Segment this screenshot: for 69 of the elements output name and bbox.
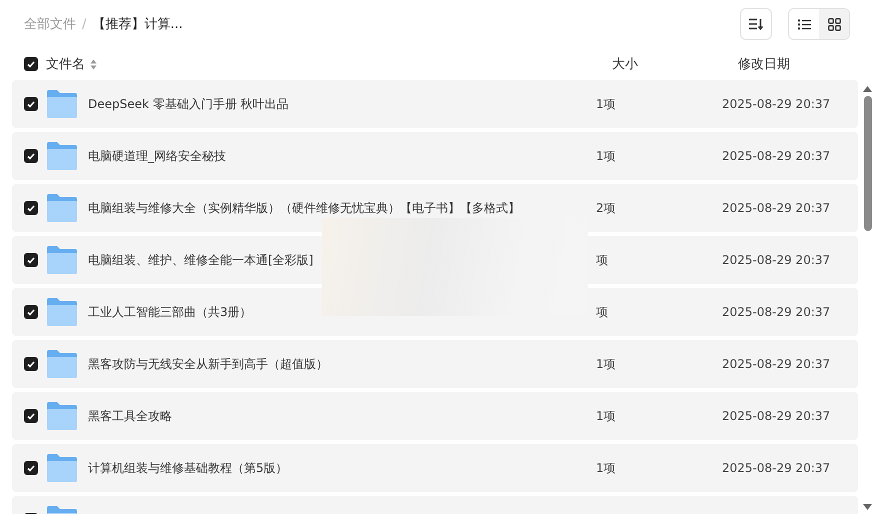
row-checkbox[interactable]: [24, 305, 38, 319]
modified-date: 2025-08-29 20:37: [722, 357, 830, 371]
folder-icon: [47, 350, 77, 378]
modified-date: 2025-08-29 20:37: [722, 461, 830, 475]
file-name[interactable]: 黑客攻防与无线安全从新手到高手（超值版）: [88, 356, 596, 372]
grid-icon: [828, 18, 840, 30]
file-row[interactable]: 电脑硬道理_网络安全秘技 1项 2025-08-29 20:37: [12, 132, 858, 180]
modified-date: 2025-08-29 20:37: [722, 253, 830, 267]
modified-date: 2025-08-29 20:37: [722, 201, 830, 215]
row-checkbox[interactable]: [24, 97, 38, 111]
scrollbar[interactable]: [863, 86, 872, 510]
file-name[interactable]: 电脑组装与维修大全（实例精华版）（硬件维修无忧宝典）【电子书】【多格式】: [88, 200, 596, 216]
row-checkbox[interactable]: [24, 409, 38, 423]
file-size: 2项: [596, 200, 617, 216]
file-size: 1项: [596, 408, 617, 424]
scroll-down-icon[interactable]: [863, 504, 872, 510]
column-header[interactable]: 文件名: [46, 55, 85, 73]
file-name[interactable]: 计算机组装与维修基础教程（第5版）: [88, 460, 596, 476]
select-all-checkbox[interactable]: [24, 57, 38, 71]
row-checkbox[interactable]: [24, 357, 38, 371]
file-size: 1项: [596, 356, 617, 372]
check-icon: [27, 256, 35, 264]
row-checkbox[interactable]: [24, 253, 38, 267]
sort-icon: [749, 18, 763, 30]
row-checkbox[interactable]: [24, 201, 38, 215]
file-size: 1项: [596, 460, 617, 476]
file-row[interactable]: 计算机组装与维修基础教程（第5版） 1项 2025-08-29 20:37: [12, 444, 858, 492]
modified-date: 2025-08-29 20:37: [722, 97, 830, 111]
modified-date: 2025-08-29 20:37: [722, 409, 830, 423]
file-size: 项: [596, 304, 609, 320]
modified-date: 2025-08-29 20:37: [722, 149, 830, 163]
folder-icon: [47, 194, 77, 222]
file-name[interactable]: DeepSeek 零基础入门手册 秋叶出品: [88, 96, 596, 112]
file-size: 1项: [596, 148, 617, 164]
folder-icon: [47, 454, 77, 482]
check-icon: [27, 464, 35, 472]
column-header[interactable]: 修改日期: [738, 55, 790, 73]
breadcrumb-separator: /: [82, 16, 86, 32]
folder-icon: [47, 142, 77, 170]
file-row[interactable]: 电脑组装与维修大全（实例精华版）（硬件维修无忧宝典）【电子书】【多格式】 2项 2025-08-29 20:37: [12, 184, 858, 232]
folder-icon: [47, 402, 77, 430]
grid-view-button[interactable]: [819, 9, 849, 39]
file-row[interactable]: 黑客工具全攻略 1项 2025-08-29 20:37: [12, 392, 858, 440]
file-size: 1项: [596, 96, 617, 112]
row-checkbox[interactable]: [24, 149, 38, 163]
check-icon: [27, 360, 35, 368]
check-icon: [27, 412, 35, 420]
sort-arrows-icon[interactable]: [90, 58, 97, 70]
scrollbar-thumb[interactable]: [864, 96, 872, 231]
check-icon: [27, 152, 35, 160]
file-row[interactable]: 黑客攻防与无线安全从新手到高手（超值版） 1项 2025-08-29 20:37: [12, 340, 858, 388]
check-icon: [27, 204, 35, 212]
sort-button[interactable]: [740, 8, 772, 40]
file-size: 项: [596, 252, 609, 268]
column-header[interactable]: 大小: [612, 55, 738, 73]
folder-icon: [47, 298, 77, 326]
check-icon: [27, 100, 35, 108]
row-checkbox[interactable]: [24, 461, 38, 475]
list-icon: [798, 18, 810, 30]
breadcrumb-item: 【推荐】计算...: [92, 16, 183, 33]
modified-date: 2025-08-29 20:37: [722, 305, 830, 319]
scroll-up-icon[interactable]: [863, 86, 872, 92]
folder-icon: [47, 246, 77, 274]
folder-icon: [47, 90, 77, 118]
check-icon: [27, 308, 35, 316]
check-icon: [27, 60, 35, 68]
file-row[interactable]: DeepSeek 零基础入门手册 秋叶出品 1项 2025-08-29 20:37: [12, 80, 858, 128]
file-name[interactable]: 电脑硬道理_网络安全秘技: [88, 148, 596, 164]
file-name[interactable]: 黑客工具全攻略: [88, 408, 596, 424]
